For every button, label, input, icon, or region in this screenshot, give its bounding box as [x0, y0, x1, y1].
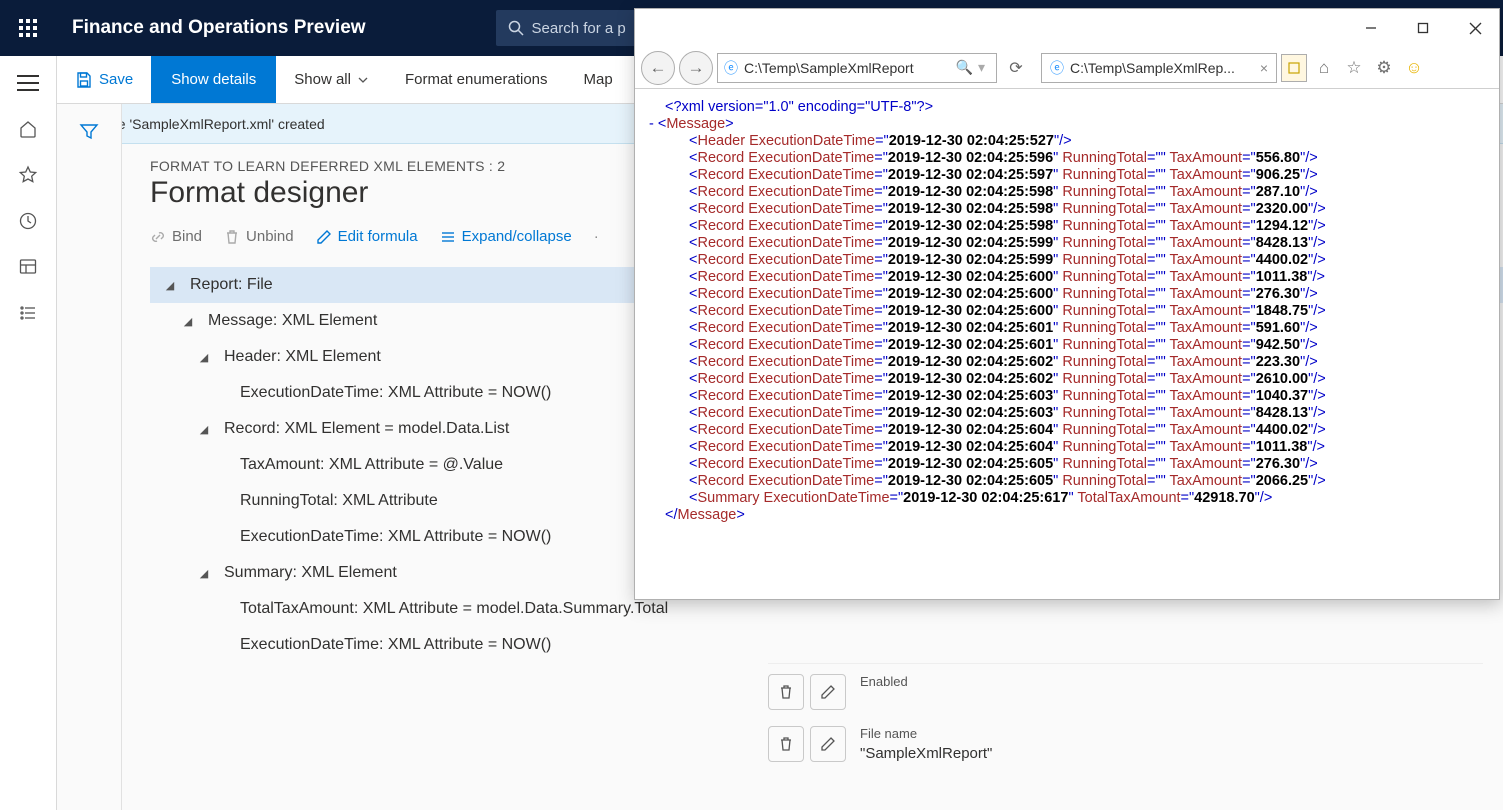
- show-all-label: Show all: [294, 71, 351, 88]
- modules-icon[interactable]: [0, 290, 56, 336]
- save-button[interactable]: Save: [57, 56, 151, 103]
- caret-down-icon[interactable]: ◢: [162, 279, 178, 292]
- format-enumerations-button[interactable]: Format enumerations: [387, 56, 566, 103]
- trash-icon: [778, 684, 794, 700]
- property-filename: File name "SampleXmlReport": [768, 726, 1483, 762]
- tree-node-label: Header: XML Element: [224, 348, 381, 366]
- info-message: File 'SampleXmlReport.xml' created: [103, 116, 325, 132]
- workspace-icon[interactable]: [0, 244, 56, 290]
- ie-favorites-icon[interactable]: ☆: [1341, 55, 1367, 81]
- more-button[interactable]: ·: [594, 228, 599, 245]
- ie-toolbar: ← → ⓔ C:\Temp\SampleXmlReport 🔍 ▾ ⟳ ⓔ C:…: [635, 47, 1499, 89]
- ie-window: ← → ⓔ C:\Temp\SampleXmlReport 🔍 ▾ ⟳ ⓔ C:…: [634, 8, 1500, 600]
- ie-back-button[interactable]: ←: [641, 51, 675, 85]
- ie-logo-icon: ⓔ: [724, 58, 738, 78]
- unbind-label: Unbind: [246, 228, 294, 245]
- save-label: Save: [99, 71, 133, 88]
- tree-node-label: ExecutionDateTime: XML Attribute = NOW(): [240, 384, 551, 402]
- unbind-button[interactable]: Unbind: [224, 228, 294, 245]
- caret-down-icon[interactable]: ◢: [196, 567, 212, 580]
- search-placeholder: Search for a p: [532, 20, 626, 37]
- edit-enabled-button[interactable]: [810, 674, 846, 710]
- pencil-icon: [820, 684, 836, 700]
- close-tab-icon[interactable]: ×: [1260, 60, 1268, 76]
- save-icon: [75, 71, 93, 89]
- bind-label: Bind: [172, 228, 202, 245]
- property-enabled: Enabled: [768, 674, 1483, 710]
- edit-formula-button[interactable]: Edit formula: [316, 228, 418, 245]
- hamburger-icon[interactable]: [0, 60, 56, 106]
- filename-label: File name: [860, 726, 1483, 741]
- expand-label: Expand/collapse: [462, 228, 572, 245]
- tree-node-label: Report: File: [190, 276, 273, 294]
- search-icon: [508, 20, 524, 36]
- chevron-down-icon: [357, 74, 369, 86]
- ie-titlebar: [635, 9, 1499, 47]
- tree-node-label: Summary: XML Element: [224, 564, 397, 582]
- delete-filename-button[interactable]: [768, 726, 804, 762]
- caret-down-icon[interactable]: ◢: [196, 351, 212, 364]
- ie-settings-icon[interactable]: ⚙: [1371, 55, 1397, 81]
- enabled-label: Enabled: [860, 674, 1483, 689]
- clock-icon[interactable]: [0, 198, 56, 244]
- ie-new-tab-button[interactable]: [1281, 54, 1307, 82]
- ie-refresh-button[interactable]: ⟳: [1001, 58, 1031, 78]
- trash-icon: [778, 736, 794, 752]
- trash-icon: [224, 229, 240, 245]
- filter-column: [57, 104, 122, 810]
- tree-node-label: TotalTaxAmount: XML Attribute = model.Da…: [240, 600, 668, 618]
- pencil-icon: [316, 229, 332, 245]
- link-icon: [150, 229, 166, 245]
- map-label: Map: [584, 71, 613, 88]
- tree-node-label: Record: XML Element = model.Data.List: [224, 420, 509, 438]
- show-details-button[interactable]: Show details: [151, 56, 276, 103]
- ie-home-icon[interactable]: ⌂: [1311, 55, 1337, 81]
- show-details-label: Show details: [171, 71, 256, 88]
- ie-address-text: C:\Temp\SampleXmlReport: [744, 60, 950, 76]
- expand-collapse-button[interactable]: Expand/collapse: [440, 228, 572, 245]
- pencil-icon: [820, 736, 836, 752]
- tree-node-label: TaxAmount: XML Attribute = @.Value: [240, 456, 503, 474]
- app-title: Finance and Operations Preview: [56, 17, 366, 39]
- delete-enabled-button[interactable]: [768, 674, 804, 710]
- list-icon: [440, 229, 456, 245]
- ie-tab-title: C:\Temp\SampleXmlRep...: [1070, 60, 1256, 76]
- tree-node-label: ExecutionDateTime: XML Attribute = NOW(): [240, 528, 551, 546]
- window-minimize-button[interactable]: [1357, 14, 1385, 42]
- properties-panel: Enabled File name "SampleXmlReport": [768, 596, 1503, 810]
- show-all-button[interactable]: Show all: [276, 56, 387, 103]
- ie-address-bar[interactable]: ⓔ C:\Temp\SampleXmlReport 🔍 ▾: [717, 53, 997, 83]
- window-close-button[interactable]: [1461, 14, 1489, 42]
- bind-button[interactable]: Bind: [150, 228, 202, 245]
- ie-forward-button[interactable]: →: [679, 51, 713, 85]
- edit-filename-button[interactable]: [810, 726, 846, 762]
- format-enum-label: Format enumerations: [405, 71, 548, 88]
- search-input[interactable]: Search for a p: [496, 10, 646, 46]
- edit-formula-label: Edit formula: [338, 228, 418, 245]
- map-button[interactable]: Map: [566, 56, 631, 103]
- filename-value: "SampleXmlReport": [860, 745, 1483, 762]
- tree-node-label: RunningTotal: XML Attribute: [240, 492, 438, 510]
- star-icon[interactable]: [0, 152, 56, 198]
- window-maximize-button[interactable]: [1409, 14, 1437, 42]
- search-icon[interactable]: 🔍: [956, 59, 973, 76]
- tree-node-label: Message: XML Element: [208, 312, 377, 330]
- tree-node-label: ExecutionDateTime: XML Attribute = NOW(): [240, 636, 551, 654]
- ie-xml-content: <?xml version="1.0" encoding="UTF-8"?>-<…: [635, 89, 1499, 534]
- ie-tab[interactable]: ⓔ C:\Temp\SampleXmlRep... ×: [1041, 53, 1277, 83]
- left-nav: [0, 56, 57, 810]
- home-icon[interactable]: [0, 106, 56, 152]
- ie-smiley-icon[interactable]: ☺: [1401, 55, 1427, 81]
- waffle-icon[interactable]: [0, 0, 56, 56]
- filter-icon[interactable]: [79, 122, 99, 142]
- caret-down-icon[interactable]: ◢: [180, 315, 196, 328]
- ie-logo-icon: ⓔ: [1050, 58, 1064, 78]
- caret-down-icon[interactable]: ◢: [196, 423, 212, 436]
